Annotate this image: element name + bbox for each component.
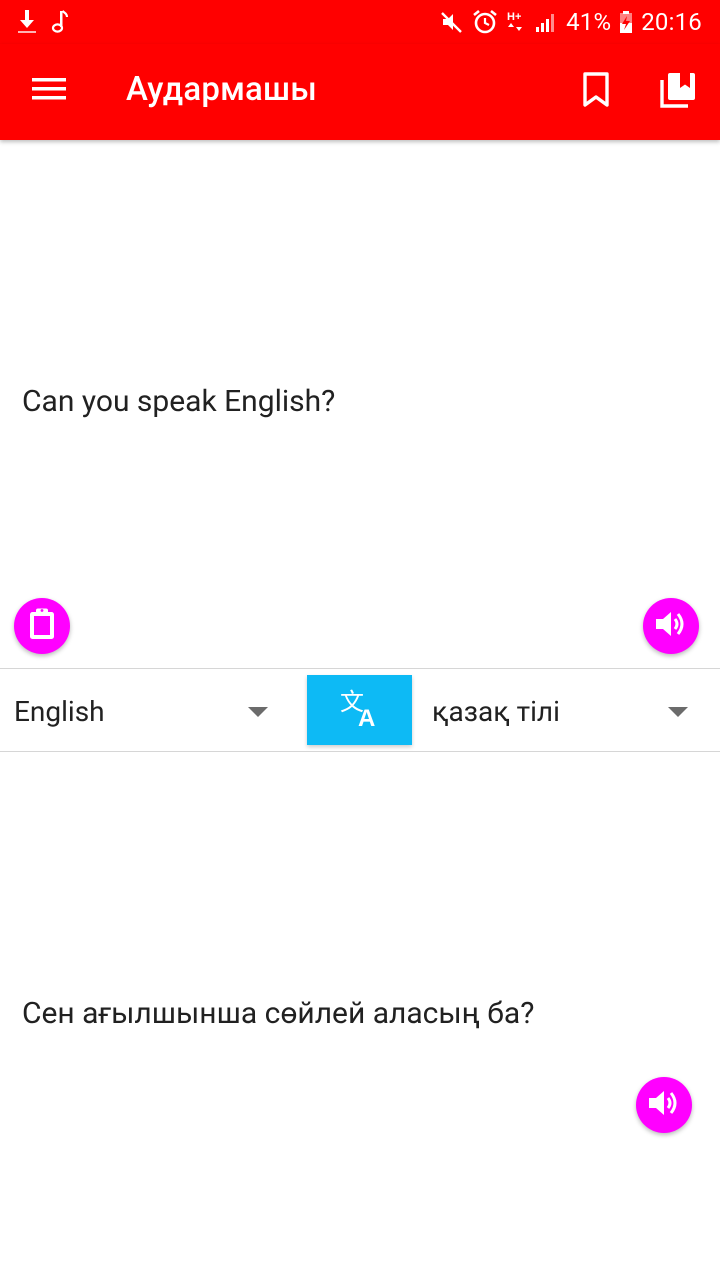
status-left bbox=[16, 9, 70, 35]
source-text[interactable]: Can you speak English? bbox=[22, 384, 335, 419]
target-language-label: қазақ тілі bbox=[432, 694, 560, 728]
battery-percent: 41% bbox=[566, 8, 612, 36]
svg-text:H+: H+ bbox=[507, 11, 521, 23]
source-language-select[interactable]: English bbox=[14, 669, 274, 753]
music-note-icon bbox=[50, 9, 70, 35]
speaker-icon bbox=[647, 1088, 681, 1122]
translate-icon: 文 A bbox=[339, 688, 381, 732]
menu-button[interactable] bbox=[30, 72, 68, 110]
clipboard-icon bbox=[28, 607, 56, 645]
library-icon bbox=[659, 71, 697, 113]
bookmark-icon bbox=[581, 71, 611, 113]
speak-source-button[interactable] bbox=[643, 598, 699, 654]
status-right: H+ 41% 20:16 bbox=[440, 8, 702, 36]
translated-text: Сен ағылшынша сөйлей аласың ба? bbox=[22, 996, 535, 1031]
status-bar: H+ 41% 20:16 bbox=[0, 0, 720, 44]
alarm-icon bbox=[472, 9, 498, 35]
dropdown-arrow-icon bbox=[248, 707, 268, 717]
bookmark-button[interactable] bbox=[576, 70, 616, 114]
translate-button[interactable]: 文 A bbox=[307, 675, 412, 745]
clock: 20:16 bbox=[641, 8, 702, 36]
signal-icon bbox=[534, 10, 558, 34]
translator-screen: H+ 41% 20:16 Аудармашы Can you speak Eng… bbox=[0, 0, 720, 1280]
data-h-plus-icon: H+ bbox=[506, 9, 526, 35]
download-icon bbox=[16, 9, 38, 35]
app-title: Аудармашы bbox=[126, 70, 318, 109]
target-language-select[interactable]: қазақ тілі bbox=[432, 669, 692, 753]
app-bar: Аудармашы bbox=[0, 44, 720, 140]
source-language-label: English bbox=[14, 694, 105, 728]
mute-icon bbox=[440, 10, 464, 34]
speak-translation-button[interactable] bbox=[636, 1077, 692, 1133]
language-bar: English 文 A қазақ тілі bbox=[0, 668, 720, 752]
dropdown-arrow-icon bbox=[668, 707, 688, 717]
battery-icon bbox=[619, 10, 633, 34]
menu-icon bbox=[31, 75, 67, 107]
svg-text:A: A bbox=[358, 705, 375, 728]
paste-clipboard-button[interactable] bbox=[14, 598, 70, 654]
speaker-icon bbox=[654, 609, 688, 643]
library-button[interactable] bbox=[656, 70, 700, 114]
